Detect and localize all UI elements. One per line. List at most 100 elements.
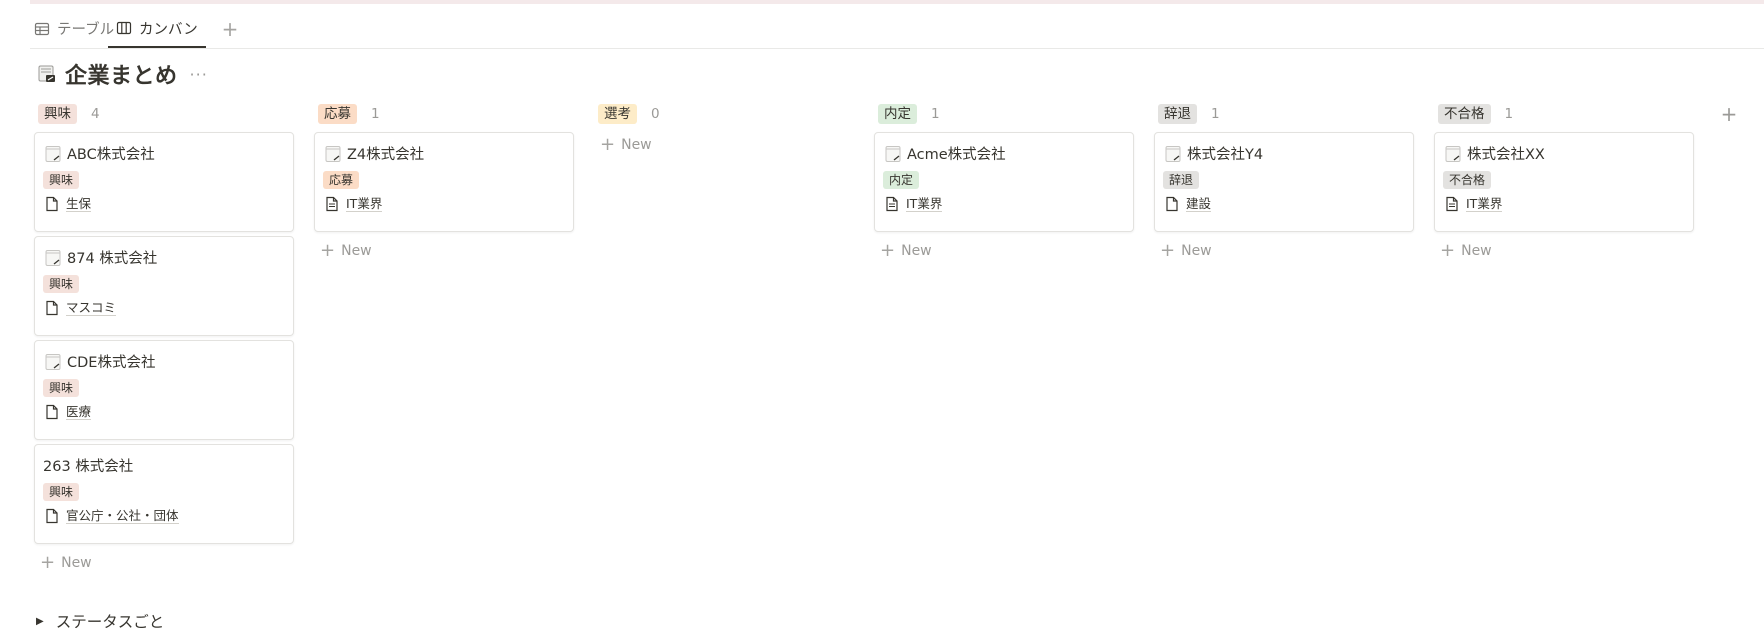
card-status-tag: 興味	[43, 275, 80, 293]
page-icon	[45, 353, 61, 370]
card-property: 官公庁・公社・団体	[45, 508, 179, 524]
column-status-pill: 不合格	[1438, 104, 1491, 124]
new-card-label: New	[1461, 243, 1492, 259]
view-tabs: テーブル カンバン +	[30, 10, 1764, 49]
card-title-text: Z4株式会社	[347, 147, 425, 163]
card-status-tag: 興味	[43, 171, 80, 189]
new-card-button[interactable]: + New	[1434, 240, 1696, 262]
table-icon	[34, 21, 50, 37]
card-title-text: 263 株式会社	[43, 459, 134, 475]
card-property-value: IT業界	[346, 196, 383, 212]
tab-table[interactable]: テーブル	[34, 10, 114, 47]
document-icon	[46, 196, 58, 212]
card-property: 建設	[1165, 196, 1212, 212]
board-card[interactable]: Acme株式会社 内定 IT業界	[874, 132, 1134, 232]
add-group-button[interactable]: +	[1718, 102, 1740, 126]
new-card-button[interactable]: + New	[1154, 240, 1416, 262]
board-card[interactable]: 263 株式会社 興味 官公庁・公社・団体	[34, 444, 294, 544]
column-count: 1	[1211, 106, 1220, 122]
more-options-button[interactable]: ···	[186, 65, 212, 84]
page-icon	[1445, 145, 1461, 162]
card-title-text: 株式会社Y4	[1187, 147, 1264, 163]
column-header[interactable]: 不合格 1	[1434, 102, 1696, 126]
card-property-value: 建設	[1186, 196, 1212, 212]
board-card[interactable]: 株式会社Y4 辞退 建設	[1154, 132, 1414, 232]
add-view-button[interactable]: +	[220, 10, 240, 47]
database-icon	[37, 64, 57, 84]
new-card-button[interactable]: + New	[874, 240, 1136, 262]
plus-icon: +	[1440, 240, 1456, 261]
page-icon	[885, 145, 901, 162]
tab-table-label: テーブル	[57, 22, 115, 38]
column-count: 1	[931, 106, 940, 122]
column-status-pill: 興味	[38, 104, 77, 124]
board-card[interactable]: 株式会社XX 不合格 IT業界	[1434, 132, 1694, 232]
board-column: 辞退 1 株式会社Y4 辞退 建設 + New	[1154, 102, 1416, 262]
tab-board-label: カンバン	[139, 21, 198, 38]
card-property: IT業界	[1445, 196, 1503, 212]
board-card[interactable]: Z4株式会社 応募 IT業界	[314, 132, 574, 232]
card-title: CDE株式会社	[45, 351, 155, 372]
board-card[interactable]: 874 株式会社 興味 マスコミ	[34, 236, 294, 336]
column-header[interactable]: 辞退 1	[1154, 102, 1416, 126]
column-header[interactable]: 応募 1	[314, 102, 576, 126]
card-property: IT業界	[325, 196, 383, 212]
document-icon	[46, 300, 58, 316]
page-title: 企業まとめ	[65, 64, 178, 89]
column-status-pill: 辞退	[1158, 104, 1197, 124]
card-title: 株式会社XX	[1445, 143, 1545, 164]
card-status-tag: 興味	[43, 483, 80, 501]
document-lines-icon	[1446, 196, 1458, 212]
card-title-text: Acme株式会社	[907, 147, 1006, 163]
column-count: 4	[91, 106, 100, 122]
card-property: マスコミ	[45, 300, 117, 316]
plus-icon: +	[1720, 102, 1738, 126]
plus-icon: +	[600, 134, 616, 155]
card-property-value: IT業界	[1466, 196, 1503, 212]
new-card-label: New	[61, 555, 92, 571]
column-status-pill: 応募	[318, 104, 357, 124]
card-title-text: CDE株式会社	[67, 355, 156, 371]
card-status-tag: 応募	[323, 171, 360, 189]
new-card-label: New	[901, 243, 932, 259]
plus-icon: +	[880, 240, 896, 261]
board-icon	[116, 20, 132, 36]
plus-icon: +	[320, 240, 336, 261]
column-header[interactable]: 内定 1	[874, 102, 1136, 126]
top-accent-line	[30, 0, 1764, 4]
card-title: 263 株式会社	[43, 455, 133, 476]
card-property: IT業界	[885, 196, 943, 212]
card-title: ABC株式会社	[45, 143, 155, 164]
column-status-pill: 内定	[878, 104, 917, 124]
board-column: 選考 0 + New	[594, 102, 856, 156]
card-status-tag: 辞退	[1163, 171, 1200, 189]
plus-icon: +	[40, 552, 56, 573]
card-title-text: 株式会社XX	[1467, 147, 1545, 163]
group-toggle[interactable]: ▶ ステータスごと	[36, 610, 164, 632]
board-card[interactable]: CDE株式会社 興味 医療	[34, 340, 294, 440]
tab-board[interactable]: カンバン	[108, 10, 206, 48]
column-count: 0	[651, 106, 660, 122]
column-status-pill: 選考	[598, 104, 637, 124]
new-card-button[interactable]: + New	[34, 552, 296, 574]
card-status-tag: 興味	[43, 379, 80, 397]
column-header[interactable]: 興味 4	[34, 102, 296, 126]
board-column: 応募 1 Z4株式会社 応募 IT業界 + New	[314, 102, 576, 262]
card-title: 株式会社Y4	[1165, 143, 1263, 164]
card-property-value: マスコミ	[66, 300, 117, 316]
card-property: 生保	[45, 196, 92, 212]
plus-icon: +	[1160, 240, 1176, 261]
group-toggle-label: ステータスごと	[55, 613, 165, 631]
board-card[interactable]: ABC株式会社 興味 生保	[34, 132, 294, 232]
triangle-right-icon: ▶	[36, 615, 44, 627]
new-card-button[interactable]: + New	[594, 134, 856, 156]
column-header[interactable]: 選考 0	[594, 102, 856, 126]
card-title-text: ABC株式会社	[67, 147, 155, 163]
page-icon	[1165, 145, 1181, 162]
board-column: 興味 4 ABC株式会社 興味 生保 874 株式会社 興味 マスコミ CDE株…	[34, 102, 296, 574]
plus-icon: +	[221, 16, 239, 41]
new-card-label: New	[341, 243, 372, 259]
document-icon	[46, 404, 58, 420]
new-card-label: New	[1181, 243, 1212, 259]
new-card-button[interactable]: + New	[314, 240, 576, 262]
